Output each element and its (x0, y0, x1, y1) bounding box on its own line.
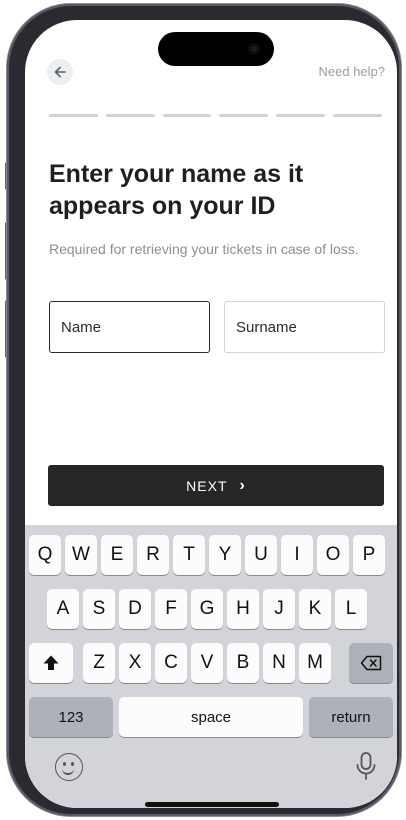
home-indicator (145, 802, 279, 807)
dynamic-island (158, 32, 274, 66)
page-title: Enter your name as it appears on your ID (49, 160, 304, 220)
progress-segment (49, 114, 98, 117)
emoji-eye (63, 762, 66, 766)
key-g[interactable]: G (191, 589, 223, 629)
key-t[interactable]: T (173, 535, 205, 575)
key-w[interactable]: W (65, 535, 97, 575)
phone-screen: Need help? Enter your name as it appears… (25, 20, 397, 808)
progress-segment (276, 114, 326, 117)
progress-segment (219, 114, 269, 117)
emoji-mouth (62, 767, 74, 775)
page-subtitle: Required for retrieving your tickets in … (49, 241, 359, 257)
key-r[interactable]: R (137, 535, 169, 575)
next-button[interactable]: NEXT › (48, 465, 384, 506)
key-o[interactable]: O (317, 535, 349, 575)
shift-icon (43, 655, 59, 670)
key-c[interactable]: C (155, 643, 187, 683)
backspace-icon (360, 655, 382, 671)
key-j[interactable]: J (263, 589, 295, 629)
on-screen-keyboard: Q W E R T Y U I O P A S D F G H J K L Z … (25, 525, 397, 808)
step-progress-bar (49, 114, 382, 117)
phone-frame: Need help? Enter your name as it appears… (7, 4, 401, 816)
key-x[interactable]: X (119, 643, 151, 683)
space-key[interactable]: space (119, 697, 303, 737)
key-q[interactable]: Q (29, 535, 61, 575)
name-input[interactable] (49, 301, 210, 353)
back-button[interactable] (47, 59, 73, 85)
shift-key[interactable] (29, 643, 73, 683)
delete-key[interactable] (349, 643, 393, 683)
key-p[interactable]: P (353, 535, 385, 575)
surname-input[interactable] (224, 301, 385, 353)
front-camera (248, 43, 260, 55)
arrow-left-icon (54, 66, 66, 78)
chevron-right-icon: › (239, 476, 246, 494)
microphone-icon[interactable] (351, 751, 381, 783)
progress-segment (333, 114, 382, 117)
key-l[interactable]: L (335, 589, 367, 629)
key-k[interactable]: K (299, 589, 331, 629)
key-n[interactable]: N (263, 643, 295, 683)
progress-segment (162, 114, 212, 117)
need-help-link[interactable]: Need help? (319, 64, 386, 79)
progress-segment (105, 114, 155, 117)
key-s[interactable]: S (83, 589, 115, 629)
key-y[interactable]: Y (209, 535, 241, 575)
key-h[interactable]: H (227, 589, 259, 629)
next-button-label: NEXT (186, 477, 228, 494)
key-f[interactable]: F (155, 589, 187, 629)
key-a[interactable]: A (47, 589, 79, 629)
key-z[interactable]: Z (83, 643, 115, 683)
key-v[interactable]: V (191, 643, 223, 683)
key-m[interactable]: M (299, 643, 331, 683)
key-d[interactable]: D (119, 589, 151, 629)
key-e[interactable]: E (101, 535, 133, 575)
emoji-eye (71, 762, 74, 766)
return-key[interactable]: return (309, 697, 393, 737)
numbers-key[interactable]: 123 (29, 697, 113, 737)
key-i[interactable]: I (281, 535, 313, 575)
key-b[interactable]: B (227, 643, 259, 683)
emoji-icon[interactable] (55, 753, 83, 781)
key-u[interactable]: U (245, 535, 277, 575)
